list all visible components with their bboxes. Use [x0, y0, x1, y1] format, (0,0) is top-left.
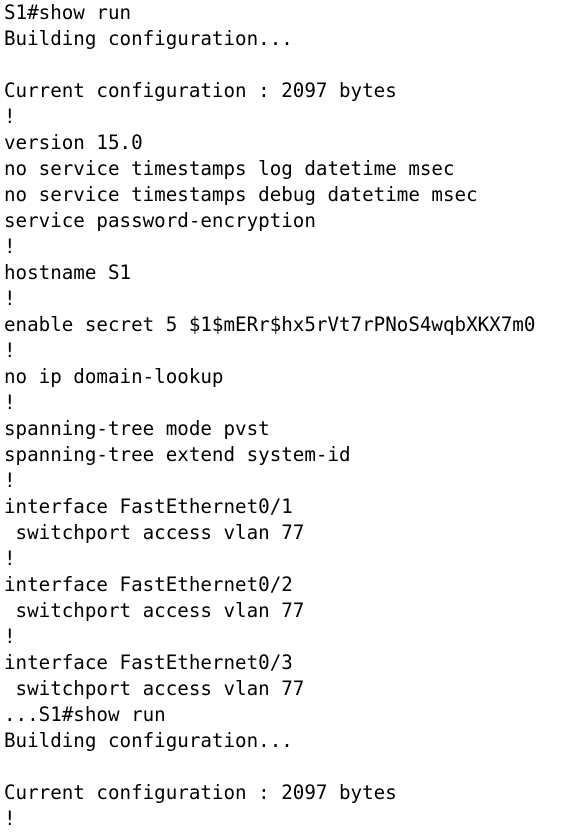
- terminal-line: enable secret 5 $1$mERr$hx5rVt7rPNoS4wqb…: [4, 313, 536, 336]
- terminal-line: switchport access vlan 77: [4, 677, 305, 700]
- terminal-line: Building configuration...: [4, 729, 293, 752]
- terminal-line: !: [4, 547, 16, 570]
- terminal-line: no service timestamps log datetime msec: [4, 157, 455, 180]
- terminal-line: !: [4, 105, 16, 128]
- terminal-line: switchport access vlan 77: [4, 599, 305, 622]
- terminal-line: !: [4, 807, 16, 830]
- terminal-line: !: [4, 287, 16, 310]
- terminal-line: version 15.0: [4, 131, 143, 154]
- terminal-line: spanning-tree extend system-id: [4, 443, 351, 466]
- terminal-line: S1#show run: [4, 1, 132, 24]
- terminal-line: service password-encryption: [4, 209, 316, 232]
- terminal-line: interface FastEthernet0/2: [4, 573, 293, 596]
- terminal-line: interface FastEthernet0/3: [4, 651, 293, 674]
- terminal-line: !: [4, 625, 16, 648]
- terminal-line: hostname S1: [4, 261, 132, 284]
- terminal-line: Building configuration...: [4, 27, 293, 50]
- terminal-line: ...S1#show run: [4, 703, 166, 726]
- terminal-line: spanning-tree mode pvst: [4, 417, 270, 440]
- terminal-output[interactable]: S1#show run Building configuration... Cu…: [0, 0, 574, 834]
- terminal-line: interface FastEthernet0/1: [4, 495, 293, 518]
- terminal-line: no service timestamps debug datetime mse…: [4, 183, 478, 206]
- terminal-line: !: [4, 235, 16, 258]
- terminal-line: !: [4, 339, 16, 362]
- terminal-line: no ip domain-lookup: [4, 365, 224, 388]
- terminal-line: !: [4, 469, 16, 492]
- terminal-line: !: [4, 391, 16, 414]
- terminal-line: Current configuration : 2097 bytes: [4, 79, 397, 102]
- terminal-line: Current configuration : 2097 bytes: [4, 781, 397, 804]
- terminal-line: switchport access vlan 77: [4, 521, 305, 544]
